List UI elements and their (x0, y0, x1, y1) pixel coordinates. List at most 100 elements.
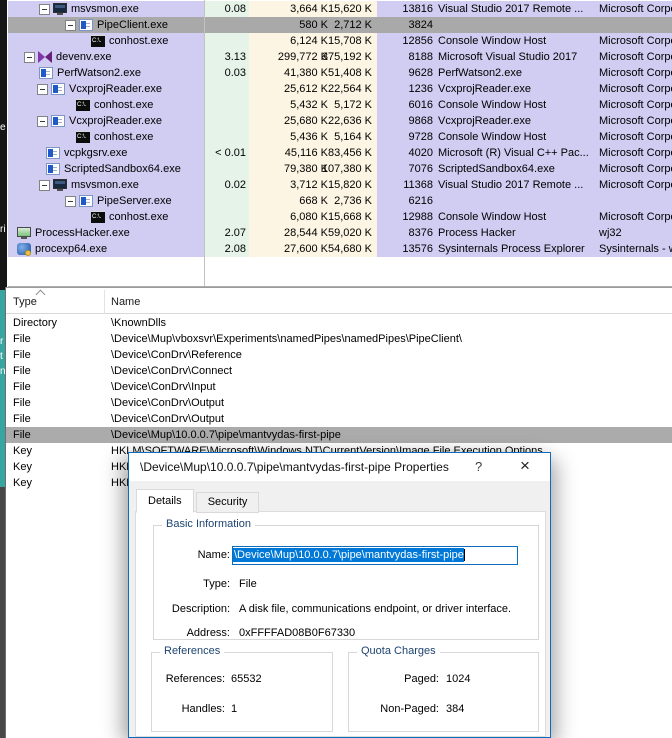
process-row[interactable]: procexp64.exe2.0827,600 K54,680 K13576Sy… (8, 241, 672, 257)
process-row[interactable]: msvsmon.exe0.023,712 K15,820 K11368Visua… (8, 177, 672, 193)
process-row[interactable]: PipeServer.exe668 K2,736 K6216 (8, 193, 672, 209)
console-icon (76, 131, 90, 143)
process-name: devenv.exe (55, 49, 111, 65)
cpu-cell: 2.07 (178, 225, 246, 241)
description-label: Description: (162, 603, 230, 615)
handle-row[interactable]: File\Device\ConDrv\Reference (6, 347, 672, 363)
company-cell: wj32 (599, 225, 672, 241)
cpu-cell (178, 113, 246, 129)
process-row[interactable]: conhost.exe5,432 K5,172 K6016Console Win… (8, 97, 672, 113)
tree-collapse-icon[interactable] (24, 52, 35, 63)
column-header-name[interactable]: Name (111, 296, 140, 308)
process-row[interactable]: ScriptedSandbox64.exe79,380 K107,380 K70… (8, 161, 672, 177)
tab-strip: Details Security (136, 489, 258, 511)
company-cell: Microsoft Corpor (599, 113, 672, 129)
handle-row[interactable]: Directory\KnownDlls (6, 315, 672, 331)
process-tree-cell: ProcessHacker.exe (8, 225, 130, 241)
process-row[interactable]: PipeClient.exe580 K2,712 K3824 (8, 17, 672, 33)
handle-name-cell: \Device\ConDrv\Connect (111, 363, 672, 379)
working-set-cell: 15,820 K (308, 177, 372, 193)
cpu-cell: 0.08 (178, 1, 246, 17)
cpu-cell (178, 193, 246, 209)
group-legend: References (160, 645, 224, 657)
handle-row[interactable]: File\Device\Mup\10.0.0.7\pipe\mantvydas-… (6, 427, 672, 443)
process-name: VcxprojReader.exe (68, 81, 162, 97)
tab-details[interactable]: Details (136, 489, 194, 513)
process-row[interactable]: msvsmon.exe0.083,664 K15,620 K13816Visua… (8, 1, 672, 17)
close-icon[interactable]: × (515, 456, 535, 476)
handle-type-cell: Key (13, 459, 32, 475)
app-icon (79, 195, 93, 207)
column-header-type[interactable]: Type (13, 296, 37, 308)
tree-collapse-icon[interactable] (39, 4, 50, 15)
process-tree-cell: vcpkgsrv.exe (8, 145, 127, 161)
header-divider[interactable] (104, 290, 105, 313)
name-label: Name: (162, 549, 230, 561)
properties-dialog: \Device\Mup\10.0.0.7\pipe\mantvydas-firs… (128, 452, 551, 738)
pid-cell: 7076 (383, 161, 433, 177)
process-tree-cell: PipeServer.exe (8, 193, 172, 209)
handle-row[interactable]: File\Device\ConDrv\Output (6, 395, 672, 411)
process-tree-pane[interactable]: msvsmon.exe0.083,664 K15,620 K13816Visua… (8, 0, 672, 287)
pid-cell: 13816 (383, 1, 433, 17)
process-row[interactable]: conhost.exe5,436 K5,164 K9728Console Win… (8, 129, 672, 145)
process-tree-cell: conhost.exe (8, 33, 168, 49)
tree-collapse-icon[interactable] (39, 180, 50, 191)
process-tree-cell: msvsmon.exe (8, 177, 139, 193)
process-tree-cell: conhost.exe (8, 209, 168, 225)
pid-cell: 1236 (383, 81, 433, 97)
cpu-cell (178, 81, 246, 97)
handle-name-cell: \KnownDlls (111, 315, 672, 331)
paged-value: 1024 (446, 673, 470, 685)
handle-row[interactable]: File\Device\ConDrv\Output (6, 411, 672, 427)
tree-collapse-icon[interactable] (65, 20, 76, 31)
working-set-cell: 59,020 K (308, 225, 372, 241)
description-cell: Console Window Host (438, 33, 598, 49)
description-cell: Console Window Host (438, 97, 598, 113)
working-set-cell: 375,192 K (308, 49, 372, 65)
process-row[interactable]: devenv.exe3.13299,772 K375,192 K8188Micr… (8, 49, 672, 65)
description-cell: Microsoft Visual Studio 2017 (438, 49, 598, 65)
tab-security[interactable]: Security (196, 492, 260, 513)
process-row[interactable]: PerfWatson2.exe0.0341,380 K51,408 K9628P… (8, 65, 672, 81)
help-button[interactable]: ? (475, 459, 482, 474)
process-row[interactable]: vcpkgsrv.exe< 0.0145,116 K83,456 K4020Mi… (8, 145, 672, 161)
pid-cell: 11368 (383, 177, 433, 193)
handle-row[interactable]: File\Device\ConDrv\Connect (6, 363, 672, 379)
dialog-title: \Device\Mup\10.0.0.7\pipe\mantvydas-firs… (140, 460, 449, 474)
pid-cell: 9728 (383, 129, 433, 145)
process-row[interactable]: VcxprojReader.exe25,680 K22,636 K9868Vcx… (8, 113, 672, 129)
process-name: ProcessHacker.exe (34, 225, 130, 241)
group-legend: Quota Charges (357, 645, 440, 657)
console-icon (76, 99, 90, 111)
tree-collapse-icon[interactable] (37, 116, 48, 127)
description-cell: Console Window Host (438, 129, 598, 145)
app-icon (39, 67, 53, 79)
description-value: A disk file, communications endpoint, or… (239, 603, 511, 615)
description-cell: VcxprojReader.exe (438, 113, 598, 129)
working-set-cell: 15,620 K (308, 1, 372, 17)
description-cell (438, 193, 598, 209)
description-cell (438, 17, 598, 33)
name-field[interactable]: \Device\Mup\10.0.0.7\pipe\mantvydas-firs… (232, 546, 518, 565)
handle-row[interactable]: File\Device\Mup\vboxsvr\Experiments\name… (6, 331, 672, 347)
tree-collapse-icon[interactable] (37, 84, 48, 95)
company-cell: Microsoft Corpor (599, 81, 672, 97)
dialog-titlebar[interactable]: \Device\Mup\10.0.0.7\pipe\mantvydas-firs… (129, 453, 550, 481)
working-set-cell: 15,708 K (308, 33, 372, 49)
address-value: 0xFFFFAD08B0F67330 (239, 627, 355, 639)
column-gridline (204, 0, 205, 286)
description-cell: VcxprojReader.exe (438, 81, 598, 97)
app-icon (46, 147, 60, 159)
cpu-cell (178, 161, 246, 177)
handle-type-cell: File (13, 331, 31, 347)
tree-collapse-icon[interactable] (65, 196, 76, 207)
process-row[interactable]: conhost.exe6,124 K15,708 K12856Console W… (8, 33, 672, 49)
handle-row[interactable]: File\Device\ConDrv\Input (6, 379, 672, 395)
handle-type-cell: File (13, 395, 31, 411)
process-row[interactable]: ProcessHacker.exe2.0728,544 K59,020 K837… (8, 225, 672, 241)
process-row[interactable]: conhost.exe6,080 K15,668 K12988Console W… (8, 209, 672, 225)
process-tree-cell: conhost.exe (8, 129, 153, 145)
cpu-cell: 3.13 (178, 49, 246, 65)
process-row[interactable]: VcxprojReader.exe25,612 K22,564 K1236Vcx… (8, 81, 672, 97)
